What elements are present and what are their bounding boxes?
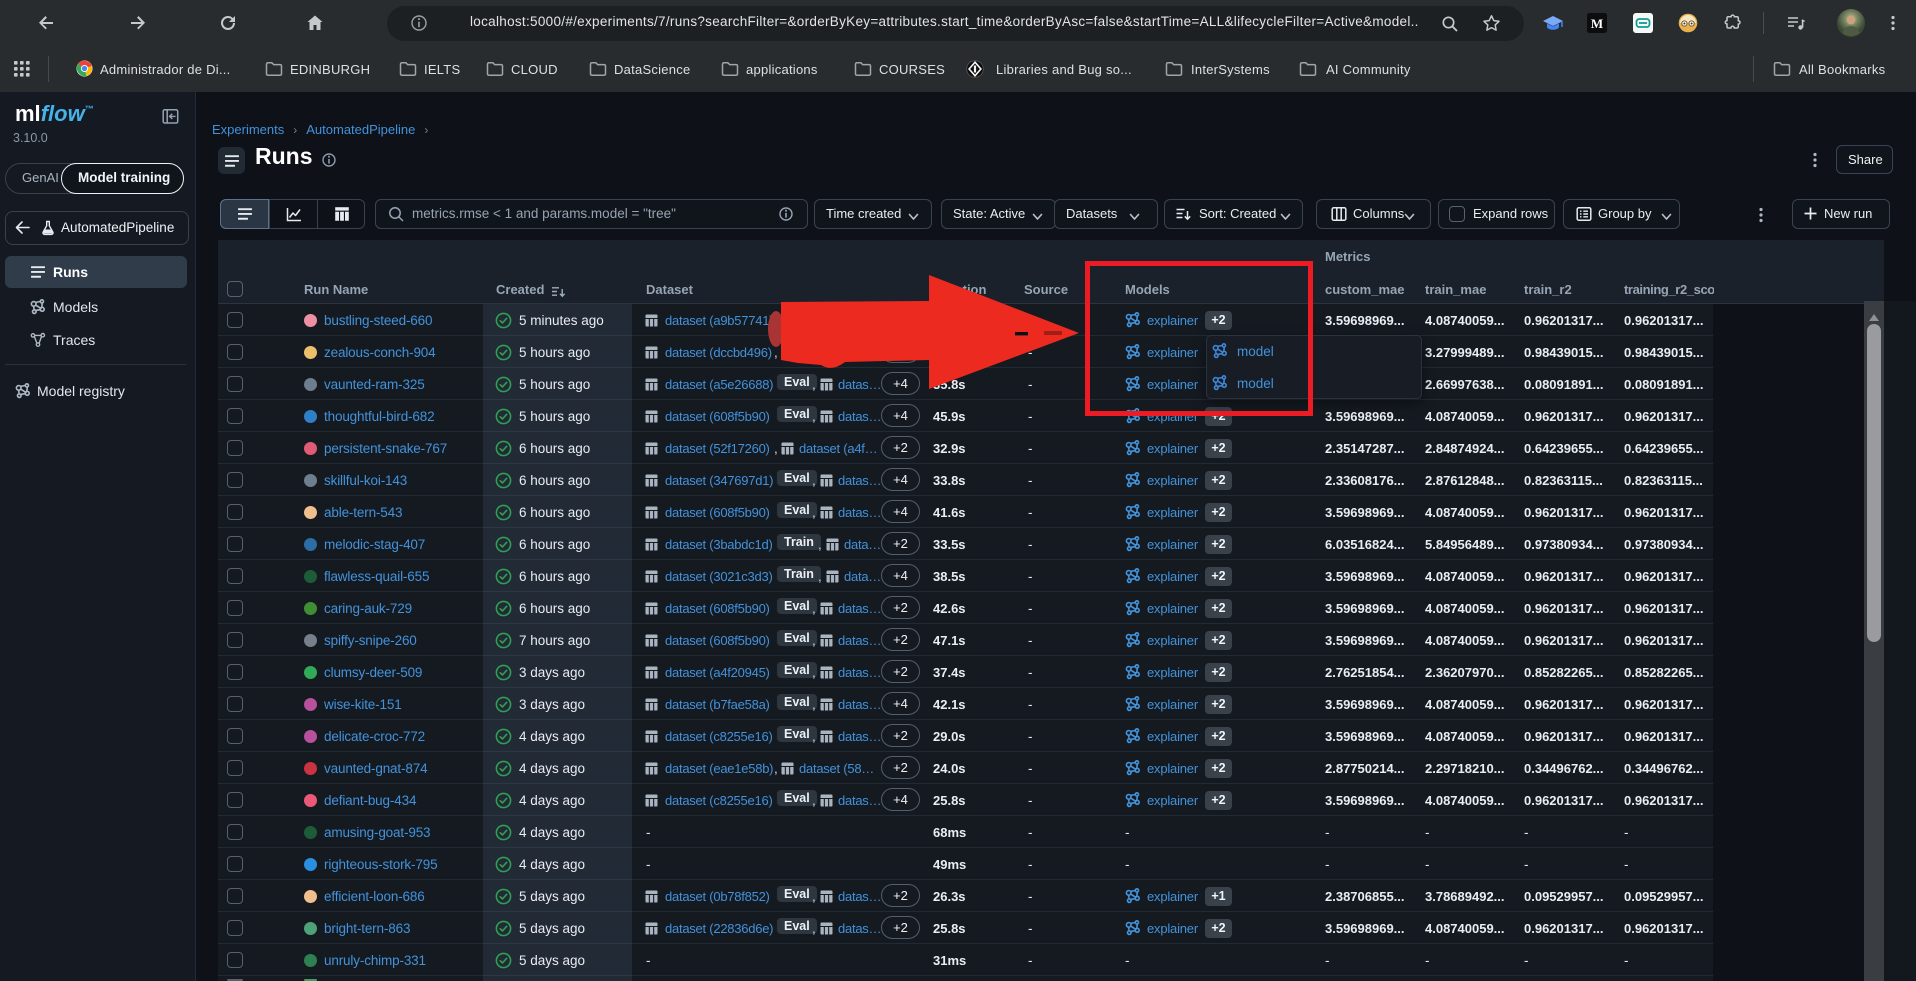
- svg-text:M: M: [1591, 16, 1603, 31]
